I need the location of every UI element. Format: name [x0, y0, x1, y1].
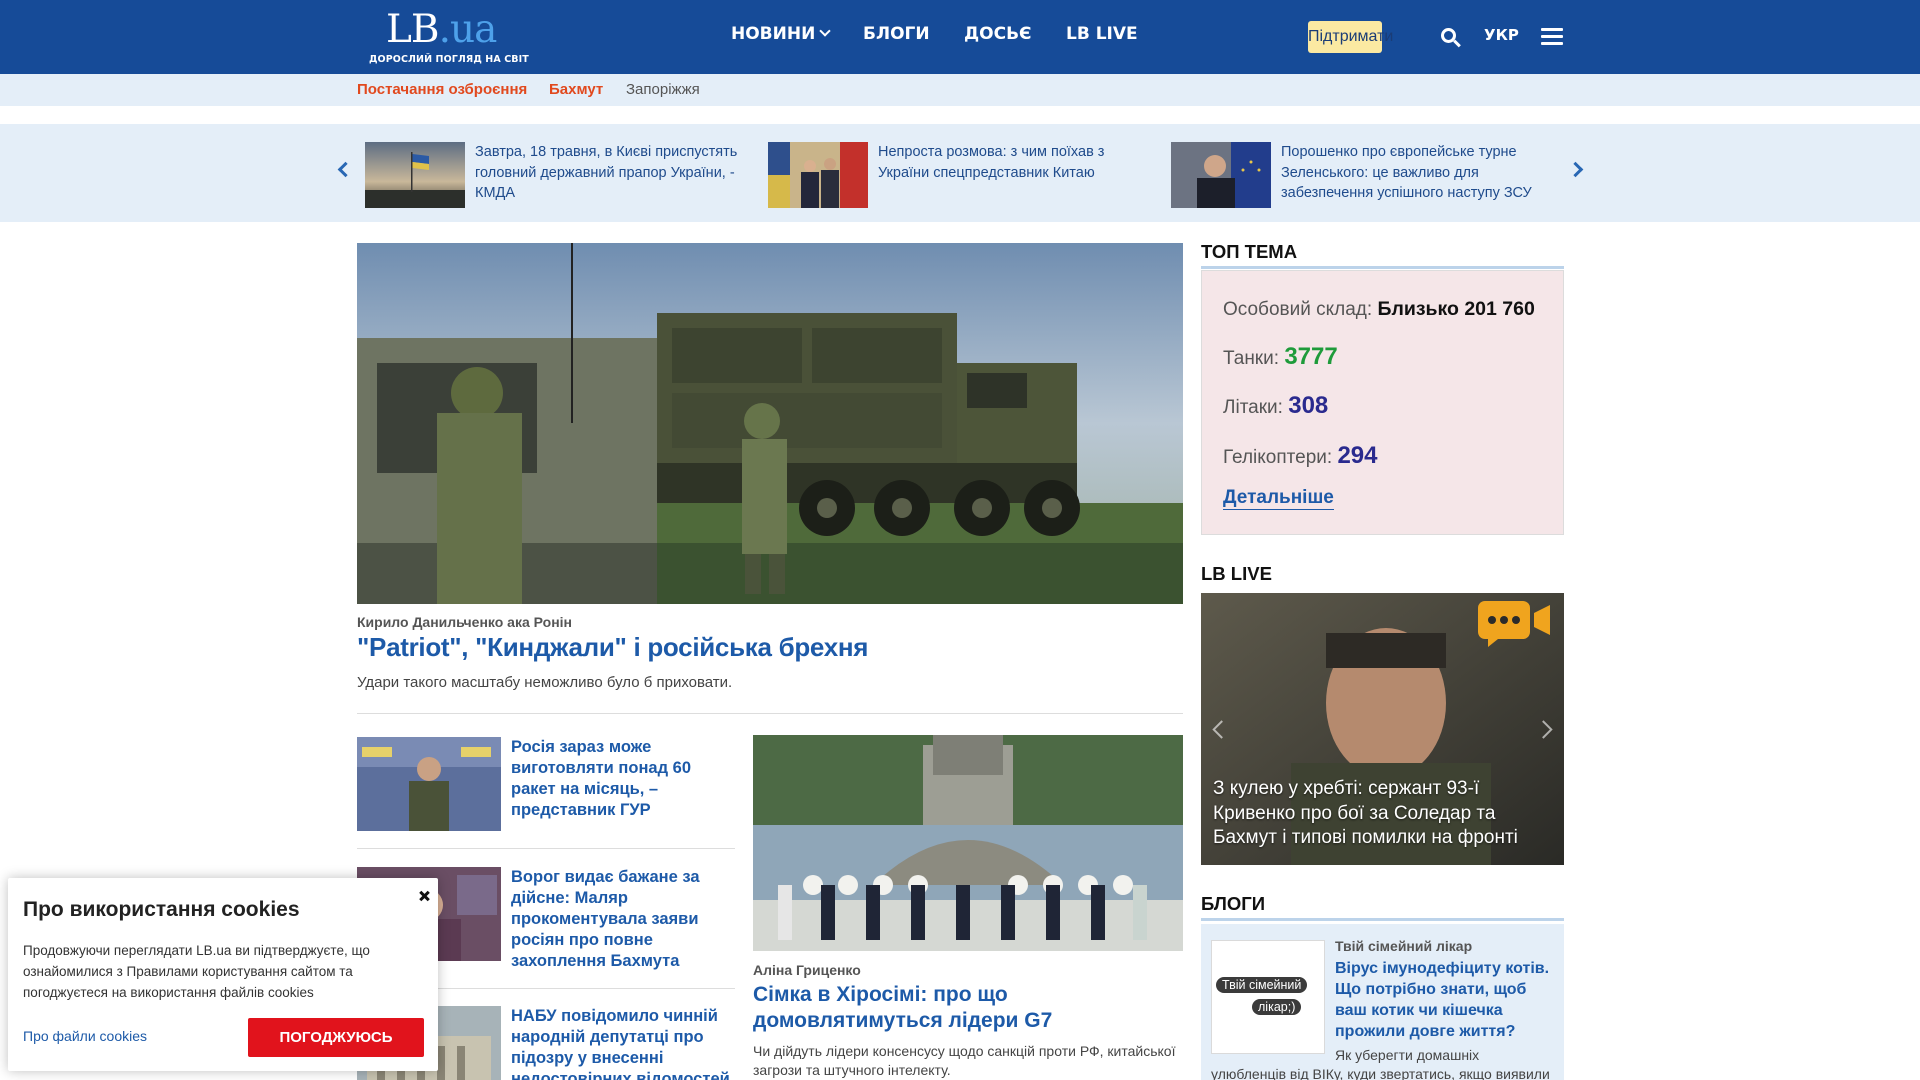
site-logo[interactable]: LB.ua ДОРОСЛИЙ ПОГЛЯД НА СВІТ [367, 7, 529, 67]
divider [357, 713, 1183, 714]
divider [357, 848, 735, 849]
blogs-heading: БЛОГИ [1201, 893, 1265, 914]
logo-ua: .ua [438, 7, 498, 52]
stat-tanks: Танки: 3777 [1223, 343, 1338, 371]
stat-planes-label: Літаки: [1223, 397, 1283, 418]
blog-author-avatar: Твій сімейний лікар;) [1211, 940, 1325, 1054]
ticker-title: Завтра, 18 травня, в Києві приспустять г… [475, 144, 738, 201]
lb-live-caption: З кулею у хребті: сержант 93-ї Кривенко … [1213, 778, 1518, 848]
stat-planes: Літаки: 308 [1223, 392, 1328, 420]
avatar-label-line2: лікар;) [1252, 999, 1302, 1015]
cookie-policy-link[interactable]: Про файли cookies [23, 1028, 147, 1044]
news-ticker: Завтра, 18 травня, в Києві приспустять г… [0, 124, 1920, 222]
logo-mark: LB [386, 7, 440, 52]
language-switch[interactable]: УКР [1484, 26, 1519, 44]
ticker-thumbnail [365, 142, 465, 208]
blog-author[interactable]: Твій сімейний лікар [1335, 938, 1472, 954]
cookie-text-line2: ознайомилися з Правилами користування са… [23, 964, 353, 979]
list-item-title: Ворог видає бажане за дійсне: Маляр прок… [511, 868, 700, 970]
ticker-title: Непроста розмова: з чим поїхав з України… [878, 144, 1105, 181]
stat-planes-value: 308 [1288, 392, 1329, 419]
lb-live-heading: LB LIVE [1201, 563, 1272, 584]
stat-tanks-label: Танки: [1223, 348, 1280, 369]
accept-cookies-button[interactable]: ПОГОДЖУЮСЬ [248, 1018, 424, 1057]
hero-lead: Удари такого масштабу неможливо було б п… [357, 674, 733, 691]
stat-personnel-label: Особовий склад: [1223, 299, 1373, 320]
list-item[interactable]: Росія зараз може виготовляти понад 60 ра… [357, 737, 735, 857]
tag-bakhmut[interactable]: Бахмут [549, 81, 603, 98]
stat-helicopters: Гелікоптери: 294 [1223, 442, 1378, 470]
tag-weapons-supply[interactable]: Постачання озброєння [357, 81, 527, 98]
stat-personnel-value: Близько 201 760 [1377, 298, 1535, 320]
site-header: LB.ua ДОРОСЛИЙ ПОГЛЯД НА СВІТ НОВИНИ БЛО… [0, 0, 1920, 74]
heading-rule [1201, 266, 1564, 269]
g7-image[interactable] [753, 735, 1183, 951]
nav-lb-live[interactable]: LB LIVE [1066, 24, 1138, 44]
nav-blogs[interactable]: БЛОГИ [863, 24, 930, 44]
ticker-item[interactable]: Непроста розмова: з чим поїхав з України… [768, 142, 1158, 208]
more-details-link[interactable]: Детальніше [1223, 487, 1334, 510]
support-button[interactable]: Підтримати [1308, 21, 1393, 53]
blog-lead-line2: улюбленців від ВІКу, куди звертатись, як… [1211, 1066, 1550, 1080]
blog-title[interactable]: Вірус імунодефіциту котів. Що потрібно з… [1335, 958, 1553, 1042]
ticker-thumbnail [768, 142, 868, 208]
stat-tanks-value: 3777 [1284, 343, 1338, 370]
heading-rule [1201, 918, 1564, 921]
ticker-thumbnail [1171, 142, 1271, 208]
stat-helicopters-label: Гелікоптери: [1223, 447, 1333, 468]
ticker-next-icon[interactable] [1567, 161, 1584, 178]
ticker-item[interactable]: Завтра, 18 травня, в Києві приспустять г… [365, 142, 755, 208]
logo-tagline: ДОРОСЛИЙ ПОГЛЯД НА СВІТ [369, 54, 529, 65]
nav-news[interactable]: НОВИНИ [731, 24, 831, 44]
hero-author[interactable]: Кирило Данильченко ака Ронін [357, 614, 572, 630]
lb-live-card[interactable]: З кулею у хребті: сержант 93-ї Кривенко … [1201, 593, 1564, 865]
stat-personnel: Особовий склад: Близько 201 760 [1223, 298, 1535, 321]
nav-news-label: НОВИНИ [731, 24, 816, 44]
top-topic-heading: ТОП ТЕМА [1201, 241, 1298, 262]
cookie-title: Про використання cookies [23, 898, 300, 921]
search-icon[interactable] [1441, 28, 1461, 48]
hero-title[interactable]: "Patriot", "Кинджали" і російська брехня [357, 632, 868, 663]
avatar-label-line1: Твій сімейний [1216, 977, 1308, 993]
stat-helicopters-value: 294 [1337, 442, 1378, 469]
g7-lead: Чи дійдуть лідери консенсусу щодо санкці… [753, 1043, 1176, 1078]
lb-live-badge-icon [1478, 601, 1550, 647]
cookie-text: Продовжуючи переглядати LB.ua ви підтвер… [23, 940, 423, 1003]
cookie-consent-popup: Про використання cookies Продовжуючи пер… [8, 878, 438, 1071]
list-item-title: НАБУ повідомило чинній народній депутатц… [511, 1007, 730, 1080]
nav-dossier[interactable]: ДОСЬЄ [964, 24, 1032, 44]
hero-image[interactable] [357, 243, 1183, 604]
hamburger-menu-icon[interactable] [1541, 28, 1563, 46]
blog-lead-line1: Як уберегти домашніх [1335, 1047, 1480, 1063]
article-thumbnail [357, 737, 501, 831]
ticker-title: Порошенко про європейське турне Зеленськ… [1281, 144, 1532, 201]
close-icon[interactable] [418, 890, 430, 902]
tag-zaporizhzhia[interactable]: Запоріжжя [626, 81, 700, 98]
ticker-item[interactable]: Порошенко про європейське турне Зеленськ… [1171, 142, 1561, 208]
blog-card[interactable]: Твій сімейний лікар;) Твій сімейний ліка… [1201, 924, 1564, 1080]
ticker-prev-icon[interactable] [337, 161, 354, 178]
g7-author[interactable]: Аліна Гриценко [753, 962, 861, 978]
chevron-down-icon [819, 25, 831, 37]
cookie-text-line1: Продовжуючи переглядати LB.ua ви підтвер… [23, 943, 370, 958]
g7-title[interactable]: Сімка в Хіросімі: про що домовлятимуться… [753, 982, 1183, 1034]
cookie-text-line3: погоджуєтеся на використання файлів cook… [23, 985, 314, 1000]
hot-tags-bar: Постачання озброєння Бахмут Запоріжжя [0, 74, 1920, 106]
blog-lead: Як уберегти домашніх улюбленців від ВІКу… [1211, 1046, 1557, 1080]
top-topic-card: Особовий склад: Близько 201 760 Танки: 3… [1201, 270, 1564, 535]
list-item-title: Росія зараз може виготовляти понад 60 ра… [511, 738, 691, 819]
